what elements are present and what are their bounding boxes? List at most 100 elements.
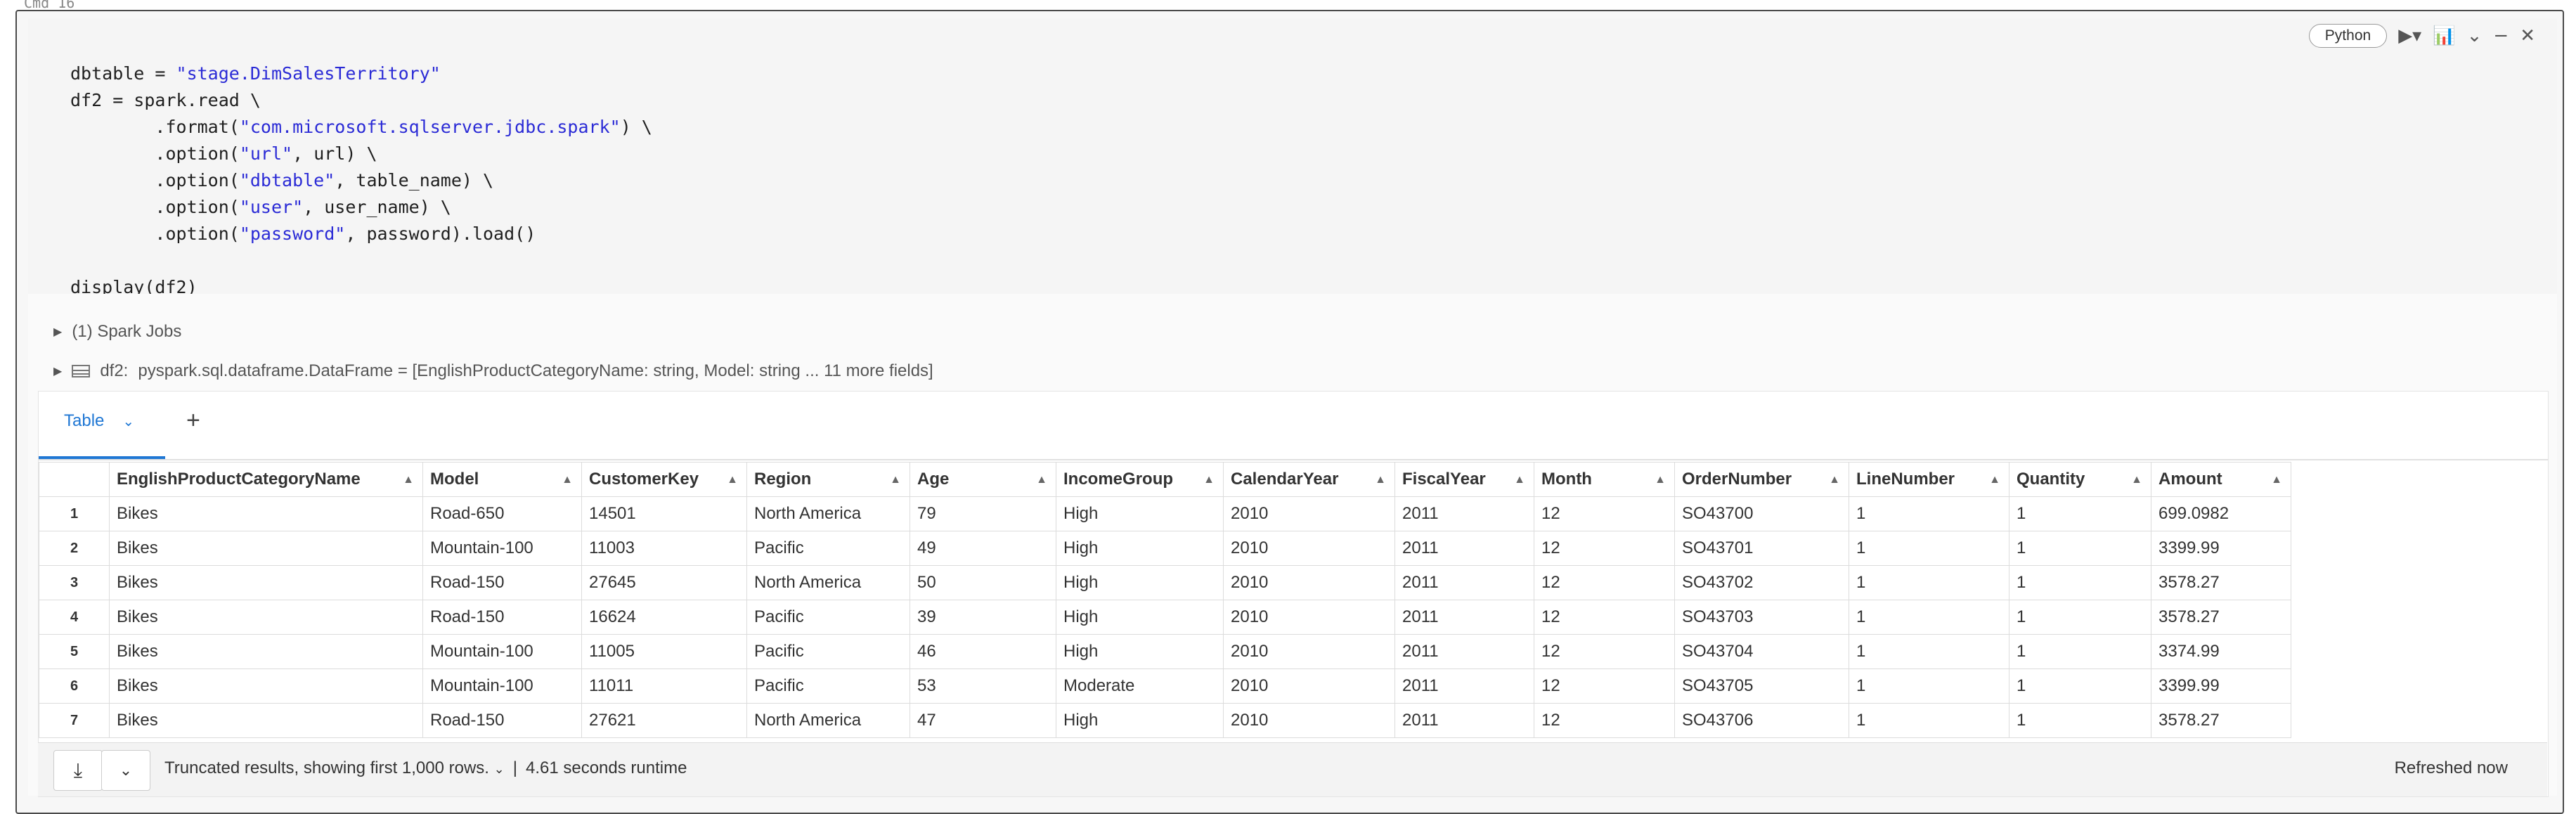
sort-icon[interactable]: ▲: [1829, 474, 1840, 486]
table-row[interactable]: 3 Bikes Road-150 27645 North America 50 High 20…: [39, 565, 2291, 600]
row-index-header: [39, 462, 110, 497]
sort-icon[interactable]: ▲: [1203, 474, 1215, 486]
column-header[interactable]: CalendarYear ▲: [1223, 462, 1395, 497]
column-header-label: Age: [917, 470, 950, 489]
table-cell: 1: [1849, 600, 2009, 635]
table-cell: Bikes: [109, 634, 423, 669]
run-cell-icon[interactable]: ▶▾: [2398, 25, 2421, 46]
code-string-token: "password": [239, 224, 346, 244]
table-cell: Bikes: [109, 668, 423, 704]
table-row[interactable]: 6 Bikes Mountain-100 11011 Pacific 53 Moderate…: [39, 668, 2291, 704]
table-cell: 2010: [1223, 496, 1395, 531]
expand-arrow-icon: ▶: [53, 366, 63, 377]
table-cell: 16624: [581, 600, 747, 635]
results-tabs: Table ⌄ +: [39, 392, 2548, 460]
close-icon[interactable]: ✕: [2520, 25, 2535, 46]
chevron-down-icon[interactable]: ⌄: [122, 413, 134, 430]
table-cell: 1: [1849, 668, 2009, 704]
table-cell: Road-150: [422, 600, 582, 635]
column-header[interactable]: LineNumber ▲: [1849, 462, 2009, 497]
table-cell: 1: [2009, 703, 2151, 738]
code-line[interactable]: df2 = spark.read \: [70, 90, 261, 110]
sort-icon[interactable]: ▲: [1655, 474, 1666, 486]
table-cell: High: [1056, 600, 1224, 635]
table-cell: Bikes: [109, 496, 423, 531]
column-header[interactable]: Region ▲: [746, 462, 910, 497]
status-separator: |: [512, 758, 517, 777]
sort-icon[interactable]: ▲: [2271, 474, 2282, 486]
code-text[interactable]: dbtable = "stage.DimSalesTerritory" df2 …: [70, 60, 652, 301]
runtime-text: 4.61 seconds runtime: [525, 758, 687, 777]
table-cell: SO43704: [1674, 634, 1849, 669]
code-editor[interactable]: dbtable = "stage.DimSalesTerritory" df2 …: [28, 18, 2557, 297]
tab-table[interactable]: Table ⌄: [64, 411, 134, 431]
table-cell: 2011: [1394, 600, 1534, 635]
chart-icon[interactable]: 📊: [2433, 25, 2455, 46]
spark-jobs-expander[interactable]: ▶ (1) Spark Jobs: [53, 322, 181, 342]
row-index: 7: [39, 703, 110, 738]
code-line[interactable]: dbtable = "stage.DimSalesTerritory": [70, 63, 441, 84]
column-header[interactable]: Month ▲: [1534, 462, 1675, 497]
download-icon: ⤓: [73, 758, 83, 781]
table-cell: 2011: [1394, 565, 1534, 600]
column-header[interactable]: EnglishProductCategoryName ▲: [109, 462, 423, 497]
table-row[interactable]: 1 Bikes Road-650 14501 North America 79 High 20…: [39, 496, 2291, 531]
sort-icon[interactable]: ▲: [1989, 474, 2000, 486]
download-button[interactable]: ⤓: [53, 750, 103, 791]
sort-icon[interactable]: ▲: [727, 474, 738, 486]
code-line[interactable]: .option("url", url) \: [70, 143, 377, 164]
add-visualization-button[interactable]: +: [186, 407, 200, 434]
active-tab-indicator: [39, 456, 165, 459]
code-line[interactable]: .format("com.microsoft.sqlserver.jdbc.sp…: [70, 117, 652, 137]
table-cell: 2010: [1223, 634, 1395, 669]
table-cell: 699.0982: [2151, 496, 2291, 531]
truncated-results-dropdown[interactable]: Truncated results, showing first 1,000 r…: [164, 758, 505, 778]
table-header-row: EnglishProductCategoryName ▲ Model ▲ Custome…: [39, 462, 2291, 497]
sort-icon[interactable]: ▲: [403, 474, 414, 486]
table-cell: 12: [1534, 565, 1675, 600]
sort-icon[interactable]: ▲: [890, 474, 901, 486]
code-token: .option(: [70, 143, 240, 164]
table-row[interactable]: 4 Bikes Road-150 16624 Pacific 39 High 2010 2011…: [39, 600, 2291, 635]
code-line[interactable]: .option("user", user_name) \: [70, 197, 451, 217]
column-header[interactable]: Quantity ▲: [2009, 462, 2151, 497]
column-header-label: Quantity: [2017, 470, 2085, 489]
dataframe-schema-expander[interactable]: ▶ df2: pyspark.sql.dataframe.DataFrame =…: [53, 361, 933, 381]
column-header[interactable]: FiscalYear ▲: [1394, 462, 1534, 497]
column-header[interactable]: OrderNumber ▲: [1674, 462, 1849, 497]
table-cell: 12: [1534, 668, 1675, 704]
language-selector[interactable]: Python: [2308, 24, 2388, 48]
table-cell: 50: [910, 565, 1056, 600]
table-cell: 1: [1849, 703, 2009, 738]
table-row[interactable]: 2 Bikes Mountain-100 11003 Pacific 49 High 2010…: [39, 531, 2291, 566]
sort-icon[interactable]: ▲: [562, 474, 573, 486]
sort-icon[interactable]: ▲: [1514, 474, 1525, 486]
column-header-label: Region: [754, 470, 812, 489]
code-line[interactable]: .option("dbtable", table_name) \: [70, 170, 493, 190]
code-string-token: "dbtable": [239, 170, 335, 190]
column-header[interactable]: Amount ▲: [2151, 462, 2291, 497]
table-cell: 2010: [1223, 565, 1395, 600]
column-header[interactable]: IncomeGroup ▲: [1056, 462, 1224, 497]
sort-icon[interactable]: ▲: [2131, 474, 2142, 486]
minimize-icon[interactable]: −: [2493, 25, 2509, 46]
chevron-down-icon[interactable]: ⌄: [2467, 25, 2483, 46]
table-cell: 2010: [1223, 668, 1395, 704]
row-index: 2: [39, 531, 110, 566]
sort-icon[interactable]: ▲: [1036, 474, 1047, 486]
column-header[interactable]: Model ▲: [422, 462, 582, 497]
table-row[interactable]: 7 Bikes Road-150 27621 North America 47 High 20…: [39, 703, 2291, 738]
column-header-label: Model: [430, 470, 479, 489]
table-row[interactable]: 5 Bikes Mountain-100 11005 Pacific 46 High 2010…: [39, 634, 2291, 669]
dataframe-schema: pyspark.sql.dataframe.DataFrame = [Engli…: [138, 361, 933, 380]
code-line[interactable]: .option("password", password).load(): [70, 224, 536, 244]
sort-icon[interactable]: ▲: [1375, 474, 1386, 486]
code-token: .option(: [70, 224, 240, 244]
column-header[interactable]: Age ▲: [910, 462, 1056, 497]
column-header[interactable]: CustomerKey ▲: [581, 462, 747, 497]
table-cell: North America: [746, 565, 910, 600]
row-index: 5: [39, 634, 110, 669]
table-cell: 2010: [1223, 703, 1395, 738]
download-options-button[interactable]: ⌄: [101, 750, 150, 791]
code-token: .format(: [70, 117, 240, 137]
